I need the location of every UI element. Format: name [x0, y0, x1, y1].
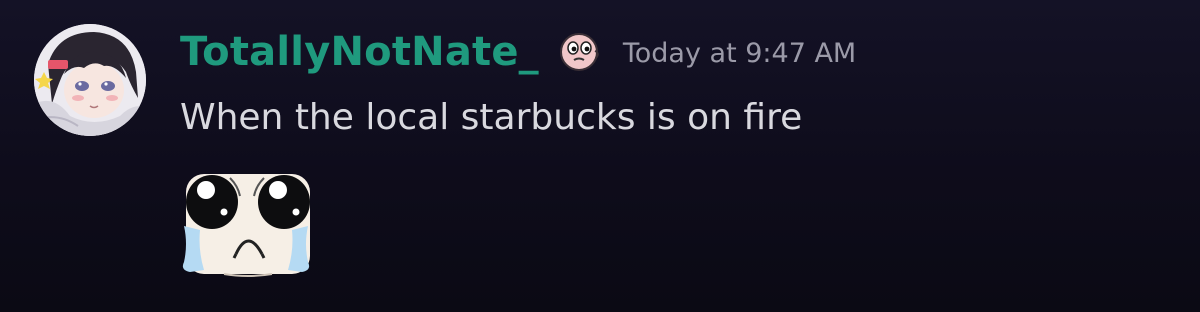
crying-face-emoji[interactable] [178, 166, 314, 278]
avatar-image [34, 24, 146, 136]
user-avatar[interactable] [34, 24, 146, 136]
message-header: TotallyNotNate_ Today at 9:47 AM [180, 24, 856, 80]
message-content: When the local starbucks is on fire [180, 97, 803, 138]
message-timestamp[interactable]: Today at 9:47 AM [623, 26, 856, 82]
chat-message: TotallyNotNate_ Today at 9:47 AM When th… [0, 0, 1200, 312]
pink-face-badge-icon[interactable] [559, 31, 601, 73]
username[interactable]: TotallyNotNate_ [180, 24, 539, 80]
